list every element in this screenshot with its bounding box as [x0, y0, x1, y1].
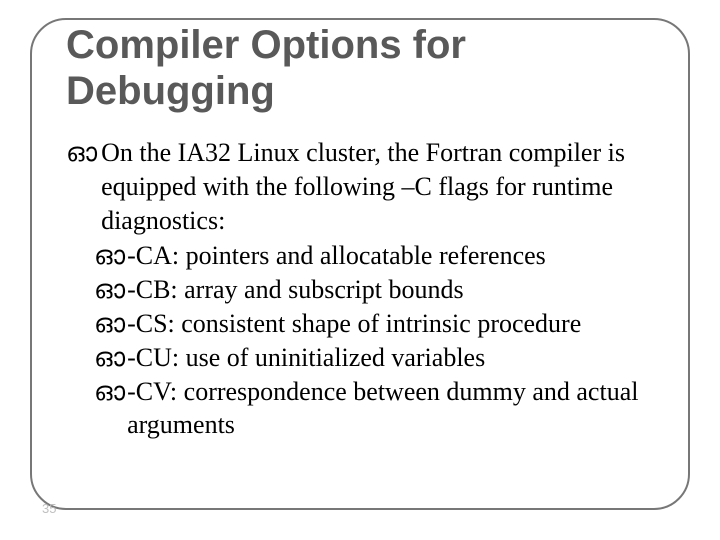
flag-text: -CV: correspondence between dummy and ac… [127, 375, 654, 443]
page-number: 35 [42, 501, 56, 516]
list-item: ഓ -CS: consistent shape of intrinsic pro… [94, 307, 654, 341]
flag-text: -CS: consistent shape of intrinsic proce… [127, 307, 654, 341]
list-item: ഓ -CA: pointers and allocatable referenc… [94, 239, 654, 273]
slide-frame: Compiler Options for Debugging ഓ On the … [30, 18, 690, 510]
slide-title: Compiler Options for Debugging [66, 22, 654, 114]
list-item: ഓ -CV: correspondence between dummy and … [94, 375, 654, 443]
slide: Compiler Options for Debugging ഓ On the … [0, 0, 720, 540]
flag-text: -CB: array and subscript bounds [127, 273, 654, 307]
bullet-icon: ഓ [94, 341, 125, 375]
bullet-icon: ഓ [94, 375, 125, 409]
flag-list: ഓ -CA: pointers and allocatable referenc… [94, 239, 654, 442]
bullet-icon: ഓ [94, 273, 125, 307]
list-item: ഓ -CU: use of uninitialized variables [94, 341, 654, 375]
flag-text: -CU: use of uninitialized variables [127, 341, 654, 375]
bullet-icon: ഓ [94, 239, 125, 273]
intro-item: ഓ On the IA32 Linux cluster, the Fortran… [66, 136, 654, 237]
slide-body: ഓ On the IA32 Linux cluster, the Fortran… [66, 136, 654, 442]
bullet-icon: ഓ [66, 136, 97, 170]
bullet-icon: ഓ [94, 307, 125, 341]
list-item: ഓ -CB: array and subscript bounds [94, 273, 654, 307]
flag-text: -CA: pointers and allocatable references [127, 239, 654, 273]
intro-text: On the IA32 Linux cluster, the Fortran c… [101, 136, 654, 237]
